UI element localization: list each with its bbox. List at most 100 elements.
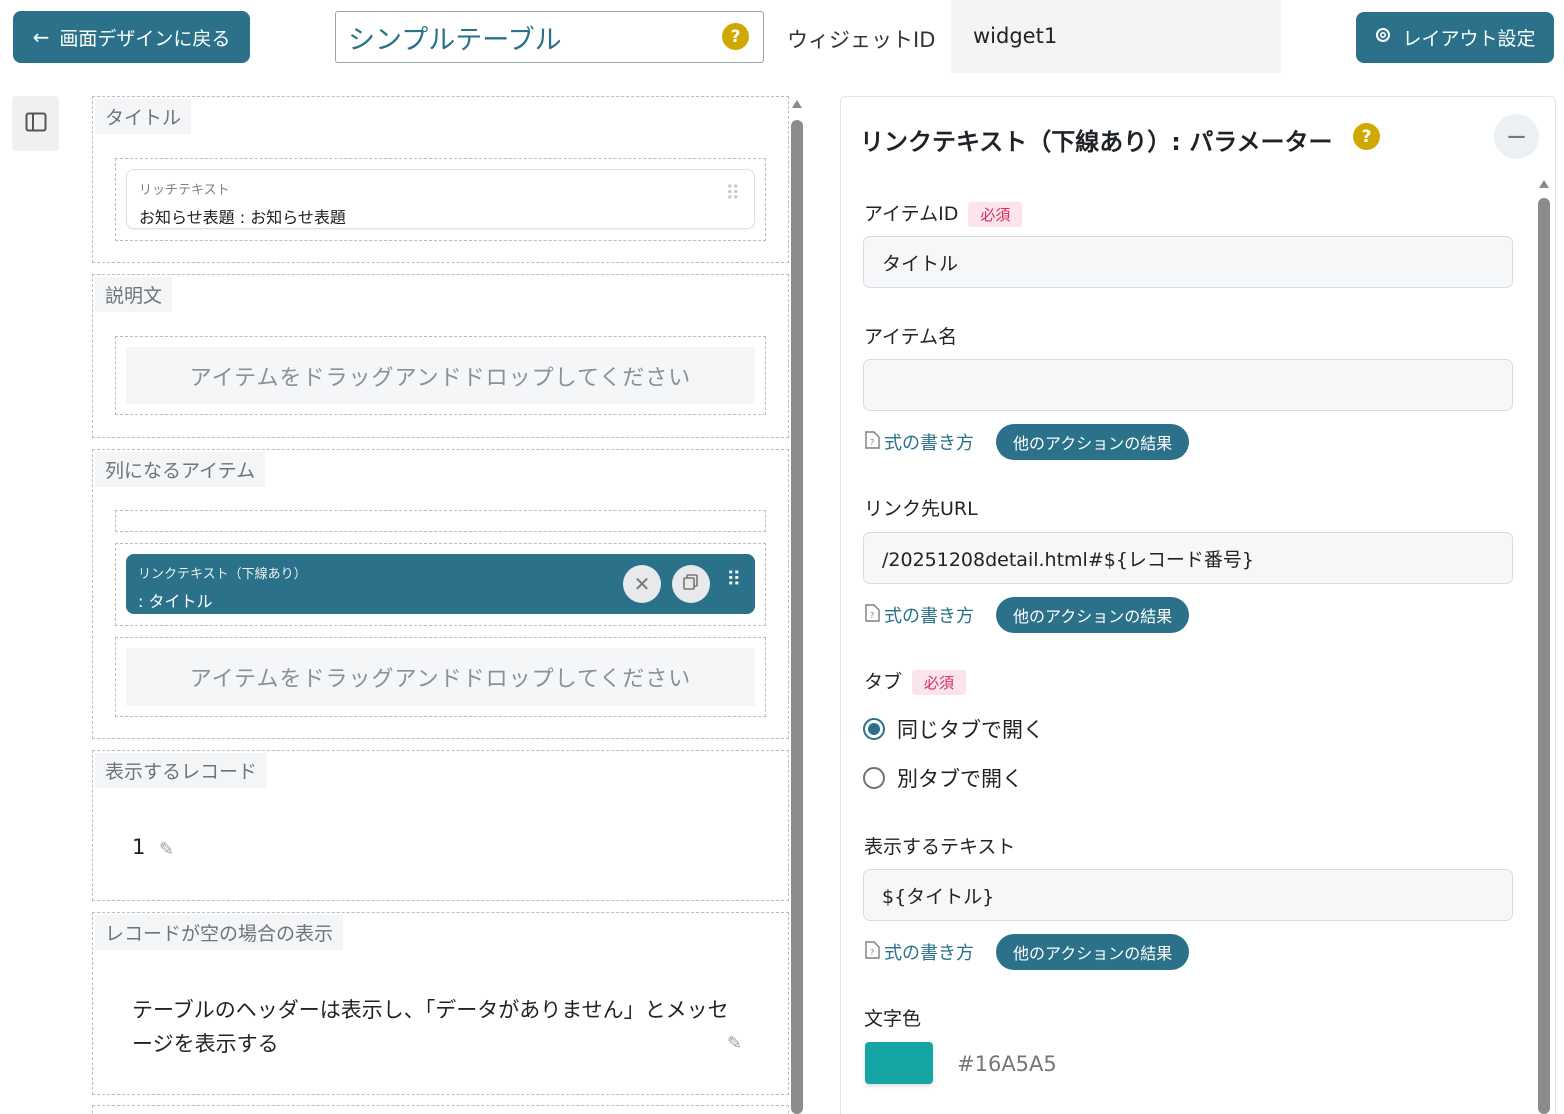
other-action-results-button[interactable]: 他のアクションの結果 [996,424,1190,460]
tab-label-text: タブ [864,671,903,693]
widget-id-label: ウィジェットID [787,28,936,52]
drop-hint: アイテムをドラッグアンドドロップしてください [126,648,755,706]
link-url-label: リンク先URL [864,498,978,520]
other-action-results-button[interactable]: 他のアクションの結果 [996,934,1190,970]
collapse-button[interactable]: − [1494,114,1539,159]
radio-same-tab[interactable]: 同じタブで開く [863,714,1044,744]
gear-icon [1374,26,1392,49]
display-text-helpers: ? 式の書き方 他のアクションの結果 [865,934,1190,970]
required-badge: 必須 [912,670,967,695]
display-text-input[interactable]: ${タイトル} [863,869,1513,921]
drag-handle-icon[interactable]: ⠿ [726,569,741,589]
formula-link-text: 式の書き方 [884,943,974,964]
widget-id-value: widget1 [951,0,1281,73]
section-description: 説明文 アイテムをドラッグアンドドロップしてください [92,274,789,438]
link-url-input[interactable]: /20251208detail.html#${レコード番号} [863,532,1513,584]
widget-title-field[interactable]: シンプルテーブル ? [335,11,764,63]
section-next [92,1105,789,1114]
formula-help-link[interactable]: ? 式の書き方 [865,429,974,455]
pencil-icon[interactable]: ✎ [159,839,174,860]
column-drop-zone[interactable]: アイテムをドラッグアンドドロップしてください [115,637,766,717]
color-hex-value: #16A5A5 [957,1052,1057,1076]
formula-doc-icon: ? [865,940,880,964]
item-id-label-text: アイテムID [864,203,959,225]
radio-button[interactable] [863,767,885,789]
svg-text:?: ? [870,611,874,620]
section-column-items-label: 列になるアイテム [95,452,266,487]
panel-title: リンクテキスト（下線あり）: パラメーター [860,128,1333,156]
text-color-label: 文字色 [864,1008,922,1030]
column-drop-slot[interactable] [115,510,766,532]
color-swatch[interactable] [865,1042,933,1084]
pencil-icon[interactable]: ✎ [727,1033,742,1054]
rich-text-item-card[interactable]: リッチテキスト お知らせ表題 : お知らせ表題 ⠿ [126,169,755,229]
help-icon[interactable]: ? [722,23,749,50]
link-url-value: /20251208detail.html#${レコード番号} [882,548,1255,571]
back-to-screen-design-button[interactable]: ← 画面デザインに戻る [13,11,250,63]
link-url-helpers: ? 式の書き方 他のアクションの結果 [865,597,1190,633]
formula-help-link[interactable]: ? 式の書き方 [865,602,974,628]
sidebar-panel-icon [25,112,47,136]
item-type-label: リッチテキスト [139,183,230,198]
arrow-left-icon: ← [32,25,50,49]
item-id-value: タイトル [882,252,959,275]
drop-hint: アイテムをドラッグアンドドロップしてください [126,347,755,404]
display-text-label: 表示するテキスト [864,836,1016,858]
svg-text:?: ? [870,948,874,957]
section-column-items: 列になるアイテム リンクテキスト（下線あり） : タイトル ✕ ⠿ アイテムをド… [92,449,789,739]
item-value: お知らせ表題 : お知らせ表題 [139,208,346,227]
item-name-input[interactable] [863,359,1513,411]
section-description-label: 説明文 [95,277,173,312]
widget-title-text: シンプルテーブル [348,24,562,56]
section-empty-records: レコードが空の場合の表示 テーブルのヘッダーは表示し、「データがありません」とメ… [92,912,789,1095]
tab-label: タブ 必須 [864,667,967,695]
radio-button-selected[interactable] [863,718,885,740]
item-type-label: リンクテキスト（下線あり） [138,567,307,582]
item-id-label: アイテムID 必須 [864,199,1023,227]
column-item-slot: リンクテキスト（下線あり） : タイトル ✕ ⠿ [115,543,766,626]
scroll-thumb[interactable] [1538,198,1550,1114]
section-records: 表示するレコード 1 ✎ [92,750,789,901]
help-icon[interactable]: ? [1353,123,1380,150]
layout-settings-button[interactable]: レイアウト設定 [1356,12,1554,63]
scroll-up-arrow[interactable] [1539,180,1549,188]
section-empty-label: レコードが空の場合の表示 [95,915,344,950]
formula-doc-icon: ? [865,430,880,454]
right-scrollbar[interactable] [1538,180,1550,1114]
description-drop-zone[interactable]: アイテムをドラッグアンドドロップしてください [115,336,766,415]
item-name-label: アイテム名 [864,326,958,348]
formula-help-link[interactable]: ? 式の書き方 [865,939,974,965]
formula-doc-icon: ? [865,603,880,627]
section-title-label: タイトル [95,99,192,134]
scroll-up-arrow[interactable] [792,100,802,108]
title-drop-zone: リッチテキスト お知らせ表題 : お知らせ表題 ⠿ [115,158,766,241]
formula-link-text: 式の書き方 [884,606,974,627]
radio-new-tab[interactable]: 別タブで開く [863,763,1023,793]
link-text-item-card[interactable]: リンクテキスト（下線あり） : タイトル ✕ ⠿ [126,554,755,614]
records-count-value: 1 [132,835,146,859]
radio-same-tab-label: 同じタブで開く [897,718,1044,742]
formula-link-text: 式の書き方 [884,433,974,454]
item-id-input[interactable]: タイトル [863,236,1513,288]
other-action-results-button[interactable]: 他のアクションの結果 [996,597,1190,633]
close-icon: ✕ [633,572,651,596]
section-title: タイトル リッチテキスト お知らせ表題 : お知らせ表題 ⠿ [92,96,789,263]
duplicate-item-button[interactable] [672,565,710,603]
back-button-label: 画面デザインに戻る [59,27,231,50]
scroll-thumb[interactable] [791,120,803,1114]
sidebar-toggle-button[interactable] [12,96,59,151]
drag-handle-icon[interactable]: ⠿ [725,183,740,203]
section-records-label: 表示するレコード [95,753,268,788]
parameter-panel: リンクテキスト（下線あり）: パラメーター ? − アイテムID 必須 タイトル … [840,96,1556,1114]
empty-display-value: テーブルのヘッダーは表示し、「データがありません」とメッセージを表示する [132,998,729,1056]
display-text-value: ${タイトル} [882,885,995,908]
item-name-helpers: ? 式の書き方 他のアクションの結果 [865,424,1190,460]
item-value: : タイトル [138,592,213,611]
remove-item-button[interactable]: ✕ [623,565,661,603]
svg-text:?: ? [870,438,874,447]
required-badge: 必須 [968,202,1023,227]
radio-new-tab-label: 別タブで開く [897,767,1023,791]
minus-icon: − [1505,121,1528,152]
left-scrollbar[interactable] [791,100,803,1114]
copy-icon [682,572,700,596]
